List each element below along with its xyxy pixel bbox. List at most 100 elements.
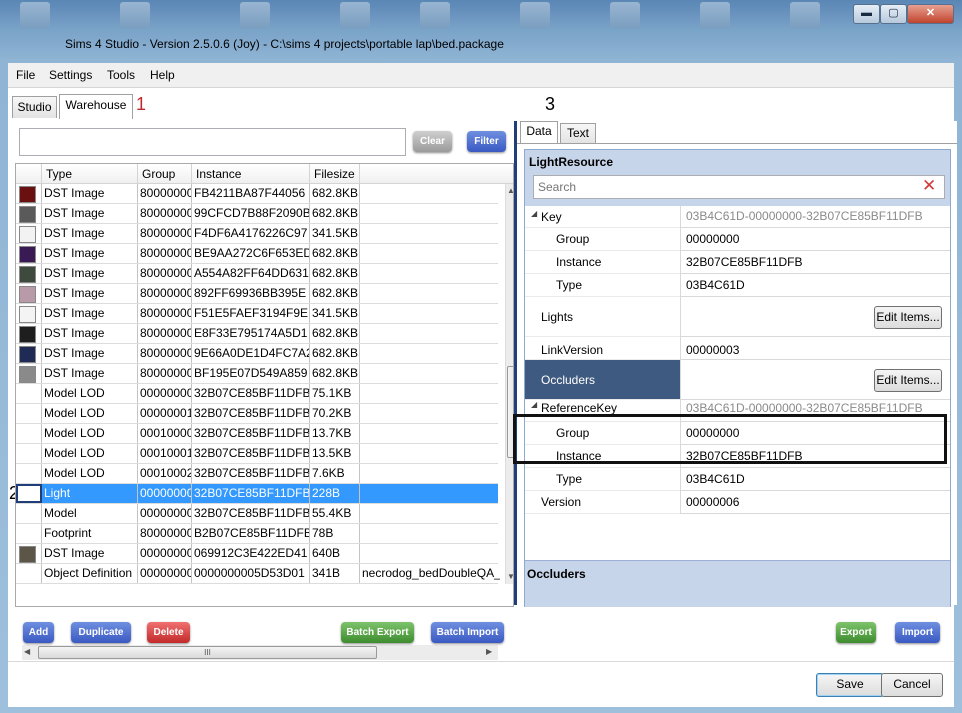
property-value[interactable]: 03B4C61D [680, 468, 950, 491]
image-thumbnail [19, 546, 36, 563]
property-row-key[interactable]: ◢ Key 03B4C61D-00000000-32B07CE85BF11DFB [525, 206, 950, 228]
close-button[interactable]: ✕ [907, 4, 954, 24]
property-row-key-type[interactable]: Type 03B4C61D [525, 274, 950, 297]
table-row[interactable]: DST Image 80000000 9E66A0DE1D4FC7A2 682.8KB [16, 344, 498, 364]
desktop-icon [420, 2, 450, 28]
row-thumbnail-cell [16, 364, 42, 383]
property-value[interactable]: 32B07CE85BF11DFB [680, 251, 950, 274]
tab-text[interactable]: Text [560, 123, 596, 143]
cell-type: Model LOD [42, 384, 138, 403]
filter-button[interactable]: Filter [467, 131, 506, 152]
table-row[interactable]: Model LOD 00000000 32B07CE85BF11DFB 75.1KB [16, 384, 498, 404]
cell-instance: B2B07CE85BF11DFB [192, 524, 310, 543]
collapse-triangle-icon[interactable]: ◢ [531, 400, 537, 409]
property-label: Group [556, 232, 590, 246]
table-row[interactable]: Model LOD 00000001 32B07CE85BF11DFB 70.2KB [16, 404, 498, 424]
hscroll-thumb[interactable]: III [38, 646, 377, 659]
collapse-triangle-icon[interactable]: ◢ [531, 209, 537, 218]
add-button[interactable]: Add [23, 622, 54, 643]
grid-header-instance[interactable]: Instance [192, 164, 310, 184]
table-row[interactable]: DST Image 80000000 F4DF6A4176226C97 341.5KB [16, 224, 498, 244]
table-row[interactable]: DST Image 80000000 892FF69936BB395E 682.8KB [16, 284, 498, 304]
cell-group: 80000000 [138, 264, 192, 283]
property-value[interactable]: 00000003 [680, 337, 950, 360]
property-label: Type [556, 278, 583, 292]
grid-vertical-scrollbar[interactable]: ▲ ▼ [505, 184, 513, 584]
window-frame: Sims 4 Studio - Version 2.5.0.6 (Joy) - … [0, 0, 962, 713]
cell-filesize: 228B [310, 484, 360, 503]
property-row-ref-type[interactable]: Type 03B4C61D [525, 468, 950, 491]
batch-export-button[interactable]: Batch Export [341, 622, 414, 643]
tab-data[interactable]: Data [520, 121, 558, 144]
table-row[interactable]: Model LOD 00010001 32B07CE85BF11DFB 13.5KB [16, 444, 498, 464]
table-row[interactable]: DST Image 80000000 BF195E07D549A859 682.8KB [16, 364, 498, 384]
grid-header-group[interactable]: Group [138, 164, 192, 184]
grid-header-filesize[interactable]: Filesize [310, 164, 360, 184]
clear-search-icon[interactable]: ✕ [922, 176, 936, 196]
table-row[interactable]: Model LOD 00010002 32B07CE85BF11DFB 7.6KB [16, 464, 498, 484]
table-row[interactable]: Light 00000000 32B07CE85BF11DFB 228B [16, 484, 498, 504]
property-search-input[interactable] [536, 177, 920, 197]
property-value: Edit Items... [680, 297, 950, 337]
table-row[interactable]: DST Image 00000000 069912C3E422ED41 640B [16, 544, 498, 564]
cell-type: DST Image [42, 344, 138, 363]
property-row-link-version[interactable]: LinkVersion 00000003 [525, 337, 950, 360]
export-button[interactable]: Export [836, 622, 876, 643]
cell-extra [360, 304, 500, 323]
tab-studio[interactable]: Studio [12, 96, 57, 118]
delete-button[interactable]: Delete [147, 622, 190, 643]
table-row[interactable]: DST Image 80000000 E8F33E795174A5D1 682.8KB [16, 324, 498, 344]
grid-header-type[interactable]: Type [42, 164, 138, 184]
cell-instance: E8F33E795174A5D1 [192, 324, 310, 343]
resource-search-input[interactable] [19, 128, 406, 156]
property-search-box[interactable]: ✕ [533, 175, 945, 199]
minimize-button[interactable]: ▬ [853, 4, 880, 24]
duplicate-button[interactable]: Duplicate [71, 622, 131, 643]
table-row[interactable]: DST Image 80000000 FB4211BA87F44056 682.8KB [16, 184, 498, 204]
table-row[interactable]: DST Image 80000000 BE9AA272C6F653ED 682.8KB [16, 244, 498, 264]
grid-horizontal-scrollbar[interactable]: ◀ III ▶ [22, 645, 498, 660]
table-row[interactable]: Model LOD 00010000 32B07CE85BF11DFB 13.7KB [16, 424, 498, 444]
scroll-down-arrow-icon[interactable]: ▼ [507, 572, 513, 581]
menu-help[interactable]: Help [150, 68, 175, 82]
table-row[interactable]: DST Image 80000000 F51E5FAEF3194F9E 341.5KB [16, 304, 498, 324]
property-value[interactable]: 00000000 [680, 228, 950, 251]
maximize-button[interactable]: ▢ [880, 4, 907, 24]
scroll-left-arrow-icon[interactable]: ◀ [24, 647, 30, 656]
occluders-edit-items-button[interactable]: Edit Items... [874, 368, 942, 392]
batch-import-button[interactable]: Batch Import [431, 622, 504, 643]
property-row-lights[interactable]: Lights Edit Items... [525, 297, 950, 337]
menu-bar: File Settings Tools Help [8, 63, 954, 88]
table-row[interactable]: Footprint 80000000 B2B07CE85BF11DFB 78B [16, 524, 498, 544]
clear-button[interactable]: Clear [413, 131, 452, 152]
property-value[interactable]: 00000006 [680, 491, 950, 514]
tab-warehouse[interactable]: Warehouse [59, 94, 133, 119]
property-description-pane: Occluders [525, 560, 950, 607]
menu-settings[interactable]: Settings [49, 68, 92, 82]
cell-type: DST Image [42, 304, 138, 323]
scroll-right-arrow-icon[interactable]: ▶ [486, 647, 492, 656]
property-row-key-group[interactable]: Group 00000000 [525, 228, 950, 251]
save-button[interactable]: Save [816, 673, 884, 697]
table-row[interactable]: Model 00000000 32B07CE85BF11DFB 55.4KB [16, 504, 498, 524]
cancel-button[interactable]: Cancel [881, 673, 943, 697]
import-button[interactable]: Import [895, 622, 940, 643]
table-row[interactable]: Object Definition 00000000 0000000005D53D0… [16, 564, 500, 584]
property-value[interactable]: 03B4C61D [680, 274, 950, 297]
menu-tools[interactable]: Tools [107, 68, 135, 82]
table-row[interactable]: DST Image 80000000 A554A82FF64DD631 682.8KB [16, 264, 498, 284]
property-row-occluders[interactable]: Occluders Edit Items... [525, 360, 950, 400]
table-row[interactable]: DST Image 80000000 99CFCD7B88F2090B 682.8KB [16, 204, 498, 224]
cell-filesize: 682.8KB [310, 264, 360, 283]
cell-filesize: 682.8KB [310, 184, 360, 203]
cell-instance: 32B07CE85BF11DFB [192, 484, 310, 503]
annotation-3: 3 [545, 94, 556, 114]
property-value: Edit Items... [680, 360, 950, 400]
property-row-key-instance[interactable]: Instance 32B07CE85BF11DFB [525, 251, 950, 274]
scroll-up-arrow-icon[interactable]: ▲ [507, 186, 513, 195]
menu-file[interactable]: File [16, 68, 35, 82]
cell-extra [360, 184, 500, 203]
property-row-version[interactable]: Version 00000006 [525, 491, 950, 514]
cell-type: Model LOD [42, 404, 138, 423]
lights-edit-items-button[interactable]: Edit Items... [874, 305, 942, 329]
